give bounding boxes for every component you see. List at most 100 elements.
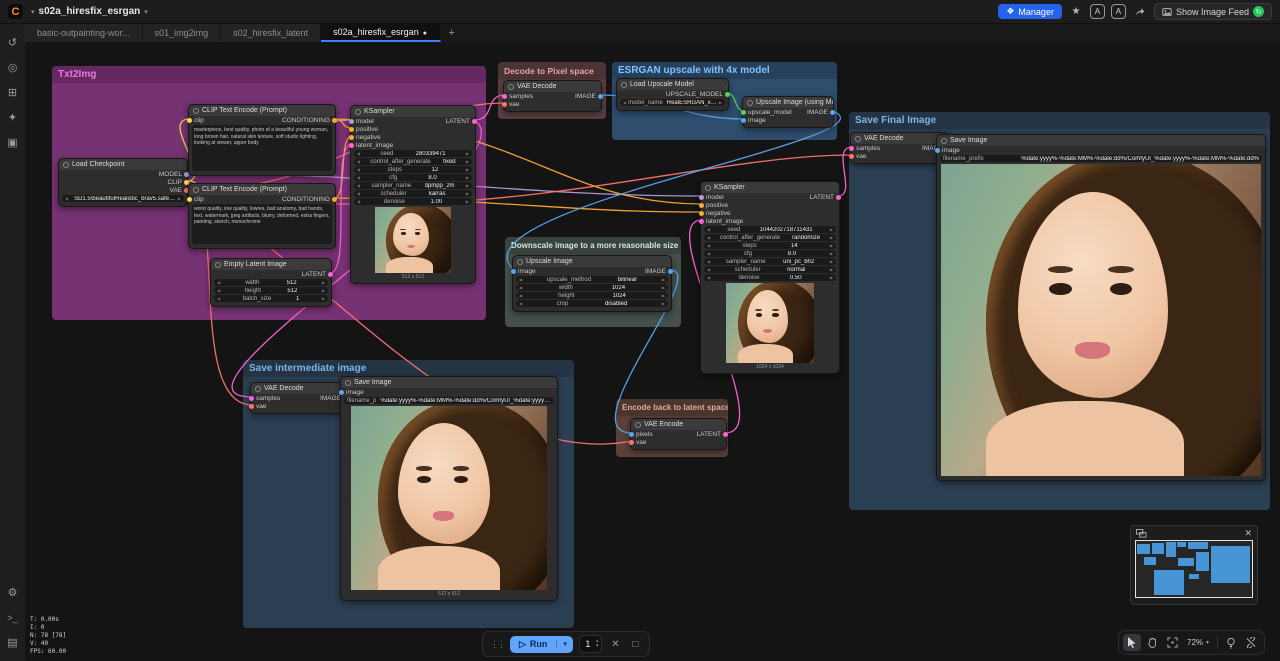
- group-title[interactable]: Save Final Image: [849, 112, 1270, 129]
- show-image-feed-button[interactable]: Show Image Feed ↻: [1154, 3, 1272, 20]
- node-empty-latent-image[interactable]: Empty Latent Image LATENT width512 heigh…: [210, 258, 332, 307]
- port-clip-in[interactable]: clip: [190, 117, 204, 124]
- scheduler-widget[interactable]: schedulerkarras: [354, 190, 472, 197]
- model-library-icon[interactable]: ✦: [3, 108, 22, 127]
- crop-widget[interactable]: cropdisabled: [516, 300, 668, 307]
- zoom-level-dropdown[interactable]: 72% ▾: [1183, 638, 1213, 647]
- port-vae-in[interactable]: vae: [252, 403, 266, 410]
- tab-basic-outpainting[interactable]: basic-outpainting-wor...: [25, 24, 143, 42]
- port-upscale-model-in[interactable]: upscale_model: [744, 109, 792, 116]
- steps-widget[interactable]: steps14: [704, 242, 836, 249]
- port-model-in[interactable]: model: [352, 118, 374, 125]
- prompt-textarea[interactable]: masterpiece, best quality, photo of a be…: [192, 125, 332, 171]
- node-upscale-image-downscale[interactable]: Upscale Image image IMAGE upscale_method…: [512, 255, 672, 312]
- port-positive-in[interactable]: positive: [352, 126, 378, 133]
- node-clip-text-encode-positive[interactable]: CLIP Text Encode (Prompt) clip CONDITION…: [188, 104, 336, 176]
- queue-icon[interactable]: ◎: [3, 58, 22, 77]
- node-save-image-mid[interactable]: Save Image image filename_p%date:yyyy%-%…: [340, 376, 558, 601]
- sampler-name-widget[interactable]: sampler_namedpmpp_2m: [354, 182, 472, 189]
- port-clip[interactable]: CLIP: [168, 179, 186, 186]
- node-load-checkpoint[interactable]: Load Checkpoint MODEL CLIP VAE SD1.5\bea…: [58, 158, 188, 207]
- group-title[interactable]: Decode to Pixel space: [498, 62, 606, 79]
- history-icon[interactable]: ↺: [3, 33, 22, 52]
- filename-prefix-widget[interactable]: filename_prefix%date:yyyy%-%date:MM%-%da…: [940, 155, 1262, 162]
- gallery-icon[interactable]: ▣: [3, 133, 22, 152]
- toggle-link-render-button[interactable]: [1222, 634, 1240, 651]
- port-pixels-in[interactable]: pixels: [632, 431, 653, 438]
- tab-s02-hiresfix-latent[interactable]: s02_hiresfix_latent: [221, 24, 321, 42]
- node-save-image-final[interactable]: Save Image image filename_prefix%date:yy…: [936, 134, 1266, 481]
- node-vae-decode-pixel[interactable]: VAE Decode samples IMAGE vae: [503, 80, 602, 112]
- batch-count-input[interactable]: 1 ▴▾: [579, 635, 603, 653]
- port-vae[interactable]: VAE: [169, 187, 186, 194]
- feed-toggle-badge[interactable]: ↻: [1253, 6, 1264, 17]
- port-latent-out[interactable]: LATENT: [302, 271, 330, 278]
- node-clip-text-encode-negative[interactable]: CLIP Text Encode (Prompt) clip CONDITION…: [188, 183, 336, 249]
- node-load-upscale-model[interactable]: Load Upscale Model UPSCALE_MODEL model_n…: [616, 78, 729, 111]
- model-name-widget[interactable]: model_nameRealESRGAN_x4plus.pth: [620, 99, 725, 106]
- filename-prefix-widget[interactable]: filename_p%date:yyyy%-%date:MM%-%date:dd…: [344, 397, 554, 404]
- denoise-widget[interactable]: denoise1.00: [354, 198, 472, 205]
- node-vae-decode-mid[interactable]: VAE Decode samples IMAGE vae: [250, 382, 347, 414]
- group-title[interactable]: Encode back to latent space: [616, 399, 728, 416]
- port-negative-in[interactable]: negative: [702, 210, 731, 217]
- bottom-panel-icon[interactable]: ▤: [3, 633, 22, 652]
- toggle-links-button[interactable]: [1242, 634, 1260, 651]
- minimap-panel[interactable]: ✕: [1130, 525, 1258, 605]
- tab-s01-img2img[interactable]: s01_img2img: [143, 24, 222, 42]
- port-negative-in[interactable]: negative: [352, 134, 381, 141]
- height-widget[interactable]: height1024: [516, 292, 668, 299]
- drag-handle-icon[interactable]: ⋮⋮: [490, 639, 504, 650]
- port-positive-in[interactable]: positive: [702, 202, 728, 209]
- star-icon[interactable]: ★: [1068, 4, 1084, 20]
- port-image-out[interactable]: IMAGE: [807, 109, 832, 116]
- width-widget[interactable]: width512: [214, 279, 328, 286]
- seed-widget[interactable]: seed1044202718711431: [704, 226, 836, 233]
- terminal-icon[interactable]: >_: [3, 608, 22, 627]
- minimap-close-icon[interactable]: ✕: [1244, 528, 1252, 539]
- group-title[interactable]: Txt2Img: [52, 66, 486, 83]
- cfg-widget[interactable]: cfg8.0: [704, 250, 836, 257]
- height-widget[interactable]: height512: [214, 287, 328, 294]
- width-widget[interactable]: width1024: [516, 284, 668, 291]
- run-button[interactable]: ▷Run: [510, 639, 556, 650]
- group-title[interactable]: Downscale image to a more reasonable siz…: [505, 237, 681, 254]
- port-vae-in[interactable]: vae: [505, 101, 519, 108]
- port-upscale-model-out[interactable]: UPSCALE_MODEL: [666, 91, 727, 98]
- port-image-in[interactable]: image: [744, 117, 766, 124]
- select-tool-button[interactable]: [1123, 634, 1141, 651]
- port-clip-in[interactable]: clip: [190, 196, 204, 203]
- group-title[interactable]: ESRGAN upscale with 4x model: [612, 62, 837, 79]
- share-icon[interactable]: [1132, 4, 1148, 20]
- port-latent-image-in[interactable]: latent_image: [702, 218, 743, 225]
- badge-a-icon-1[interactable]: A: [1090, 4, 1105, 19]
- pan-tool-button[interactable]: [1143, 634, 1161, 651]
- port-image-out[interactable]: IMAGE: [575, 93, 600, 100]
- batch-size-widget[interactable]: batch_size1: [214, 295, 328, 302]
- workflow-title-chevron-icon[interactable]: ▾: [144, 8, 148, 16]
- new-tab-button[interactable]: +: [441, 24, 463, 42]
- manager-button[interactable]: ❖ Manager: [998, 4, 1062, 19]
- control-after-generate-widget[interactable]: control_after_generaterandomize: [704, 234, 836, 241]
- denoise-widget[interactable]: denoise0.50: [704, 274, 836, 281]
- scheduler-widget[interactable]: schedulernormal: [704, 266, 836, 273]
- port-latent-image-in[interactable]: latent_image: [352, 142, 393, 149]
- prompt-textarea[interactable]: worst quality, low quality, lowres, bad …: [192, 204, 332, 244]
- node-library-icon[interactable]: ⊞: [3, 83, 22, 102]
- upscale-method-widget[interactable]: upscale_methodbilinear: [516, 276, 668, 283]
- badge-a-icon-2[interactable]: A: [1111, 4, 1126, 19]
- port-image-in[interactable]: image: [938, 147, 960, 154]
- cfg-widget[interactable]: cfg8.0: [354, 174, 472, 181]
- fit-view-button[interactable]: [1163, 634, 1181, 651]
- port-vae-in[interactable]: vae: [632, 439, 646, 446]
- steps-widget[interactable]: steps12: [354, 166, 472, 173]
- ckpt-name-widget[interactable]: SD1.5\beautifulRealistic_brav5.safetenso…: [62, 195, 184, 202]
- control-after-generate-widget[interactable]: control_after_generatefixed: [354, 158, 472, 165]
- clear-queue-button[interactable]: ✕: [608, 639, 622, 650]
- sampler-name-widget[interactable]: sampler_nameuni_pc_bh2: [704, 258, 836, 265]
- count-spinner[interactable]: ▴▾: [596, 639, 599, 649]
- stop-button[interactable]: □: [628, 639, 642, 650]
- port-image-out[interactable]: IMAGE: [645, 268, 670, 275]
- port-model-in[interactable]: model: [702, 194, 724, 201]
- settings-icon[interactable]: ⚙: [3, 583, 22, 602]
